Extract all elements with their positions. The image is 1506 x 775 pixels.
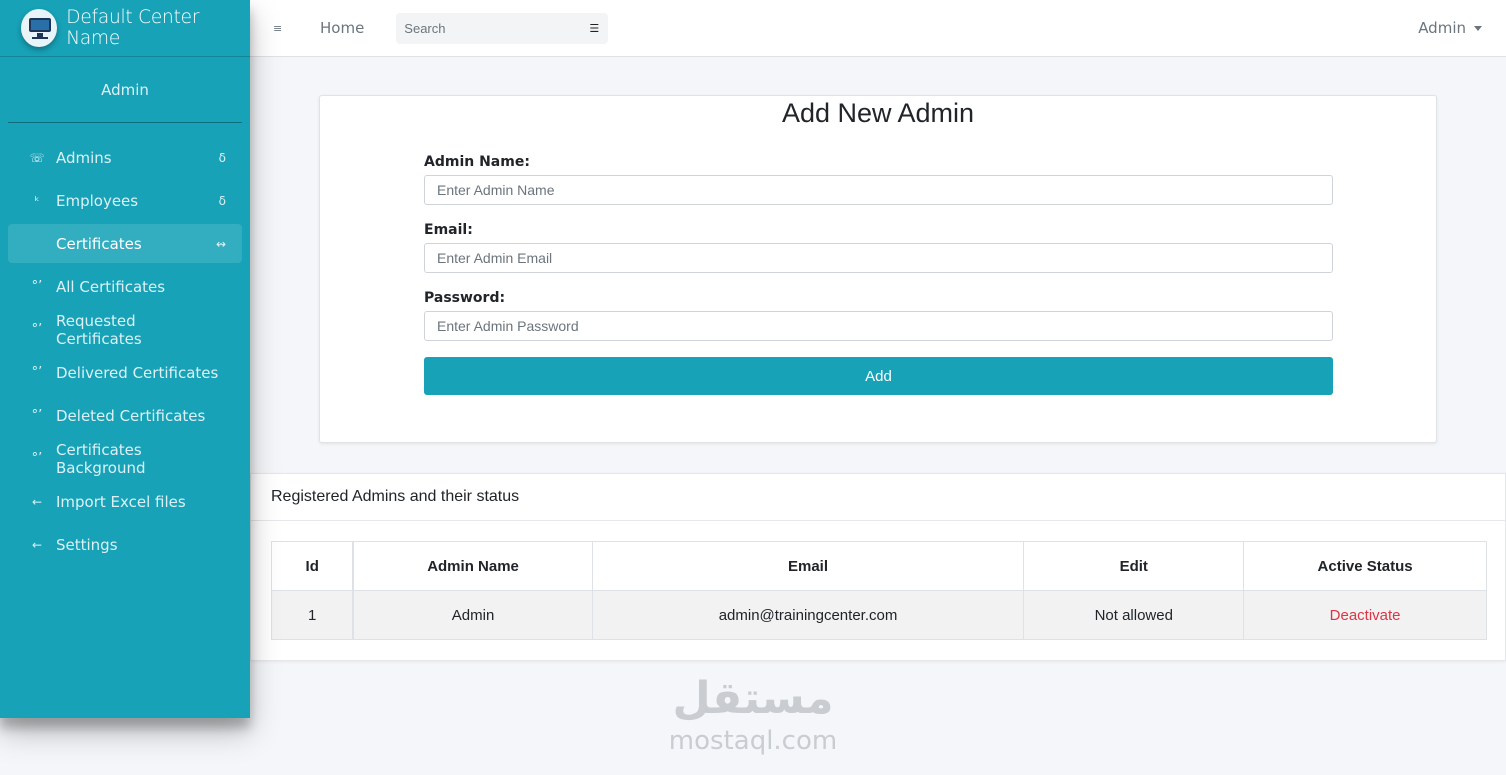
sidebar: Default Center Name Admin ☏ Admins δ ᵏ E…	[0, 0, 250, 718]
watermark-arabic: مستقل	[672, 673, 834, 724]
brand-link[interactable]: Default Center Name	[0, 0, 250, 57]
chevron-down-icon	[1474, 25, 1482, 31]
admins-table: Id Admin Name Email Edit Active Status 1…	[271, 541, 1487, 640]
sidebar-item-label: Deleted Certificates	[56, 406, 206, 425]
password-label: Password:	[424, 290, 506, 306]
sidebar-item-label: Settings	[56, 535, 118, 554]
admins-table-card: Registered Admins and their status Id Ad…	[250, 473, 1506, 661]
expand-caret-icon: δ	[218, 150, 226, 165]
sidebar-item-admins[interactable]: ☏ Admins δ	[8, 138, 242, 177]
arrow-left-icon: ←	[31, 537, 43, 552]
user-dropdown[interactable]: Admin	[1418, 19, 1482, 37]
circle-icon: °’	[31, 322, 43, 337]
page-title: Add New Admin	[781, 98, 975, 128]
sidebar-item-deleted-certificates[interactable]: °’ Deleted Certificates	[8, 396, 242, 435]
expand-caret-icon: δ	[218, 193, 226, 208]
home-link[interactable]: Home	[320, 19, 364, 37]
deactivate-link[interactable]: Deactivate	[1330, 607, 1401, 624]
add-admin-button[interactable]: Add	[424, 357, 1333, 395]
password-field[interactable]	[424, 311, 1333, 341]
add-admin-card: Add New Admin Admin Name: Email: Passwor…	[319, 95, 1437, 443]
cell-admin-name: Admin	[352, 590, 593, 640]
circle-icon: °’	[31, 279, 43, 294]
table-row: 1 Admin admin@trainingcenter.com Not all…	[271, 590, 1487, 640]
watermark-latin: mostaql.com	[668, 726, 838, 756]
computer-monitor-logo-icon	[21, 9, 58, 47]
sidebar-item-delivered-certificates[interactable]: °’ Delivered Certificates	[8, 353, 242, 392]
cell-id: 1	[271, 590, 355, 640]
sidebar-item-certificates[interactable]: Certificates ↭	[8, 224, 242, 263]
column-header-admin-name[interactable]: Admin Name	[352, 541, 593, 591]
sidebar-item-requested-certificates[interactable]: °’ Requested Certificates	[8, 310, 242, 349]
sidebar-item-label: Delivered Certificates	[56, 363, 219, 382]
user-tie-icon: ᵏ	[34, 193, 40, 208]
user-panel-name[interactable]: Admin	[8, 57, 242, 123]
collapse-caret-icon: ↭	[215, 236, 226, 251]
search-box: ☰	[396, 12, 609, 44]
sidebar-item-certificates-background[interactable]: °’ Certificates Background	[8, 439, 242, 478]
circle-icon: °’	[31, 365, 43, 380]
sidebar-item-label: Requested Certificates	[56, 311, 142, 348]
email-field[interactable]	[424, 243, 1333, 273]
sidebar-item-label: Import Excel files	[56, 492, 186, 511]
admin-name-field[interactable]	[424, 175, 1333, 205]
sidebar-item-label: Certificates	[56, 234, 142, 253]
cell-active-status: Deactivate	[1243, 590, 1487, 640]
admin-name-label: Admin Name:	[424, 154, 530, 170]
top-navbar: ≡ Home ☰ Admin	[250, 0, 1506, 57]
user-dropdown-label: Admin	[1418, 19, 1466, 37]
sidebar-item-import-excel[interactable]: ← Import Excel files	[8, 482, 242, 521]
sidebar-item-label: Certificates Background	[56, 440, 146, 477]
circle-icon: °’	[31, 408, 43, 423]
email-label: Email:	[424, 222, 473, 238]
sidebar-item-label: Employees	[56, 191, 139, 210]
search-input[interactable]	[404, 20, 575, 36]
column-header-active-status[interactable]: Active Status	[1243, 541, 1487, 591]
circle-icon: °’	[31, 451, 43, 466]
add-admin-form: Admin Name: Email: Password: Add	[424, 154, 1333, 395]
sidebar-item-all-certificates[interactable]: °’ All Certificates	[8, 267, 242, 306]
sidebar-item-employees[interactable]: ᵏ Employees δ	[8, 181, 242, 220]
menu-toggle-icon[interactable]: ≡	[273, 22, 289, 35]
column-header-email[interactable]: Email	[591, 541, 1025, 591]
column-header-edit[interactable]: Edit	[1023, 541, 1245, 591]
column-header-id[interactable]: Id	[271, 541, 355, 591]
cell-edit: Not allowed	[1023, 590, 1245, 640]
sidebar-nav: ☏ Admins δ ᵏ Employees δ Certificates ↭ …	[0, 123, 250, 564]
mostaql-watermark: مستقل mostaql.com	[662, 672, 844, 762]
arrow-left-icon: ←	[31, 494, 43, 509]
sidebar-item-settings[interactable]: ← Settings	[8, 525, 242, 564]
cell-email: admin@trainingcenter.com	[591, 590, 1025, 640]
sidebar-item-label: Admins	[56, 148, 112, 167]
users-icon: ☏	[29, 150, 45, 165]
sidebar-item-label: All Certificates	[56, 277, 166, 296]
brand-name: Default Center Name	[66, 7, 200, 49]
table-title: Registered Admins and their status	[251, 474, 1505, 521]
search-icon[interactable]: ☰	[589, 22, 599, 35]
table-header-row: Id Admin Name Email Edit Active Status	[271, 541, 1487, 591]
